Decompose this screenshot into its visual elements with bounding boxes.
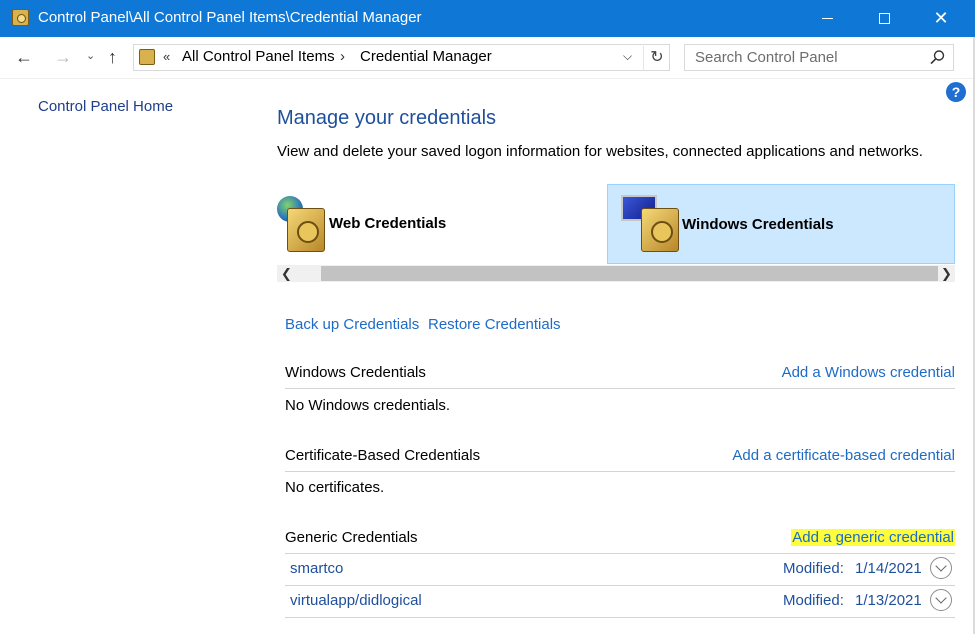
title-bar: Control Panel\All Control Panel Items\Cr…	[0, 0, 975, 37]
back-up-credentials-link[interactable]: Back up Credentials	[285, 316, 419, 333]
windows-empty-text: No Windows credentials.	[285, 397, 451, 414]
section-header-windows: Windows Credentials	[285, 364, 426, 381]
tab-web-credentials-label: Web Credentials	[329, 215, 447, 232]
expand-chevron-icon[interactable]	[930, 557, 952, 579]
toolbar-divider	[0, 78, 975, 79]
add-windows-credential-link[interactable]: Add a Windows credential	[782, 364, 955, 381]
section-header-generic: Generic Credentials	[285, 529, 418, 546]
up-arrow-icon[interactable]: ↑	[108, 47, 117, 68]
forward-arrow-icon[interactable]: →	[54, 47, 72, 68]
page-description: View and delete your saved logon informa…	[277, 143, 923, 160]
close-button[interactable]: ✕	[915, 0, 967, 37]
breadcrumb-all-items[interactable]: All Control Panel Items	[182, 48, 335, 65]
control-panel-icon	[139, 49, 155, 65]
address-bar[interactable]: « All Control Panel Items › Credential M…	[133, 44, 670, 71]
scroll-right-icon[interactable]: ❯	[941, 265, 952, 282]
credential-manager-icon	[12, 9, 29, 26]
add-generic-credential-link[interactable]: Add a generic credential	[791, 529, 955, 546]
row-divider	[285, 617, 955, 618]
help-icon[interactable]: ?	[946, 82, 966, 102]
certificate-empty-text: No certificates.	[285, 479, 385, 496]
modified-date: 1/14/2021	[855, 560, 922, 577]
scrollbar-thumb[interactable]	[321, 266, 938, 281]
vault-icon	[287, 208, 325, 252]
maximize-button[interactable]	[858, 0, 910, 37]
credential-name[interactable]: virtualapp/didlogical	[290, 592, 422, 609]
control-panel-home-link[interactable]: Control Panel Home	[38, 98, 173, 115]
modified-label: Modified:	[783, 560, 844, 577]
search-placeholder: Search Control Panel	[695, 49, 838, 66]
close-icon: ✕	[933, 8, 949, 28]
section-divider	[285, 471, 955, 472]
tab-windows-credentials[interactable]: Windows Credentials	[607, 184, 955, 264]
breadcrumb-overflow[interactable]: «	[163, 49, 170, 64]
horizontal-scrollbar[interactable]: ❮ ❯	[277, 265, 955, 282]
recent-locations-chevron-icon[interactable]: ⌄	[86, 49, 95, 62]
add-certificate-credential-link[interactable]: Add a certificate-based credential	[732, 447, 955, 464]
expand-chevron-icon[interactable]	[930, 589, 952, 611]
address-dropdown-chevron-icon[interactable]: ⌵	[623, 49, 632, 64]
vault-icon	[641, 208, 679, 252]
tab-windows-credentials-label: Windows Credentials	[682, 216, 834, 233]
search-icon[interactable]	[929, 49, 946, 66]
modified-label: Modified:	[783, 592, 844, 609]
maximize-icon	[878, 13, 890, 24]
section-header-certificate: Certificate-Based Credentials	[285, 447, 481, 464]
breadcrumb-separator-icon[interactable]: ›	[340, 48, 345, 65]
minimize-button[interactable]	[801, 0, 853, 37]
generic-credential-row[interactable]: smartco Modified: 1/14/2021	[285, 554, 955, 584]
modified-date: 1/13/2021	[855, 592, 922, 609]
minimize-icon	[821, 18, 833, 19]
section-divider	[285, 388, 955, 389]
back-arrow-icon[interactable]: ←	[15, 47, 33, 68]
address-toolbar: ← → ⌄ ↑ « All Control Panel Items › Cred…	[0, 37, 975, 78]
credential-name[interactable]: smartco	[290, 560, 343, 577]
scroll-left-icon[interactable]: ❮	[281, 265, 292, 282]
breadcrumb-credential-manager[interactable]: Credential Manager	[360, 48, 492, 65]
page-title: Manage your credentials	[277, 107, 497, 129]
tab-web-credentials[interactable]: Web Credentials	[277, 184, 607, 264]
refresh-icon[interactable]: ↻	[643, 46, 670, 70]
window-title: Control Panel\All Control Panel Items\Cr…	[38, 9, 422, 26]
generic-credential-row[interactable]: virtualapp/didlogical Modified: 1/13/202…	[285, 586, 955, 616]
restore-credentials-link[interactable]: Restore Credentials	[428, 316, 561, 333]
search-input[interactable]: Search Control Panel	[684, 44, 954, 71]
